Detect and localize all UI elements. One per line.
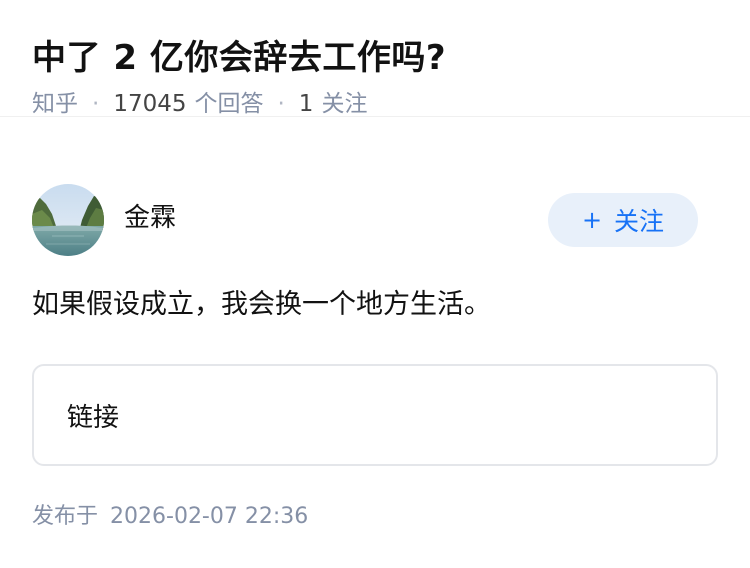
publish-label: 发布于	[32, 504, 99, 529]
author-name[interactable]: 金霖	[124, 197, 176, 234]
question-header: 中了 2 亿你会辞去工作吗? 知乎 · 17045 个回答 · 1 关注	[0, 0, 750, 117]
link-label: 链接	[67, 402, 120, 433]
question-title[interactable]: 中了 2 亿你会辞去工作吗?	[32, 34, 718, 82]
avatar[interactable]	[32, 184, 104, 256]
avatar-image	[32, 184, 104, 256]
followers-count: 1	[298, 91, 314, 117]
answers-label[interactable]: 个回答	[194, 88, 263, 120]
publish-info: 发布于 2026-02-07 22:36	[32, 500, 308, 534]
follow-label: 关注	[614, 207, 665, 236]
source-label[interactable]: 知乎	[32, 88, 78, 120]
answer-content: 如果假设成立，我会换一个地方生活。	[32, 289, 491, 320]
meta-separator: ·	[277, 91, 285, 117]
followers-label[interactable]: 关注	[321, 88, 367, 120]
author-row: 金霖 + 关注	[32, 183, 718, 257]
answers-count: 17045	[113, 91, 187, 117]
plus-icon: +	[581, 206, 603, 234]
meta-separator: ·	[92, 91, 100, 117]
publish-time: 2026-02-07 22:36	[110, 504, 309, 529]
link-card[interactable]: 链接	[32, 364, 718, 466]
question-meta: 知乎 · 17045 个回答 · 1 关注	[32, 88, 718, 120]
follow-button[interactable]: + 关注	[548, 193, 698, 247]
